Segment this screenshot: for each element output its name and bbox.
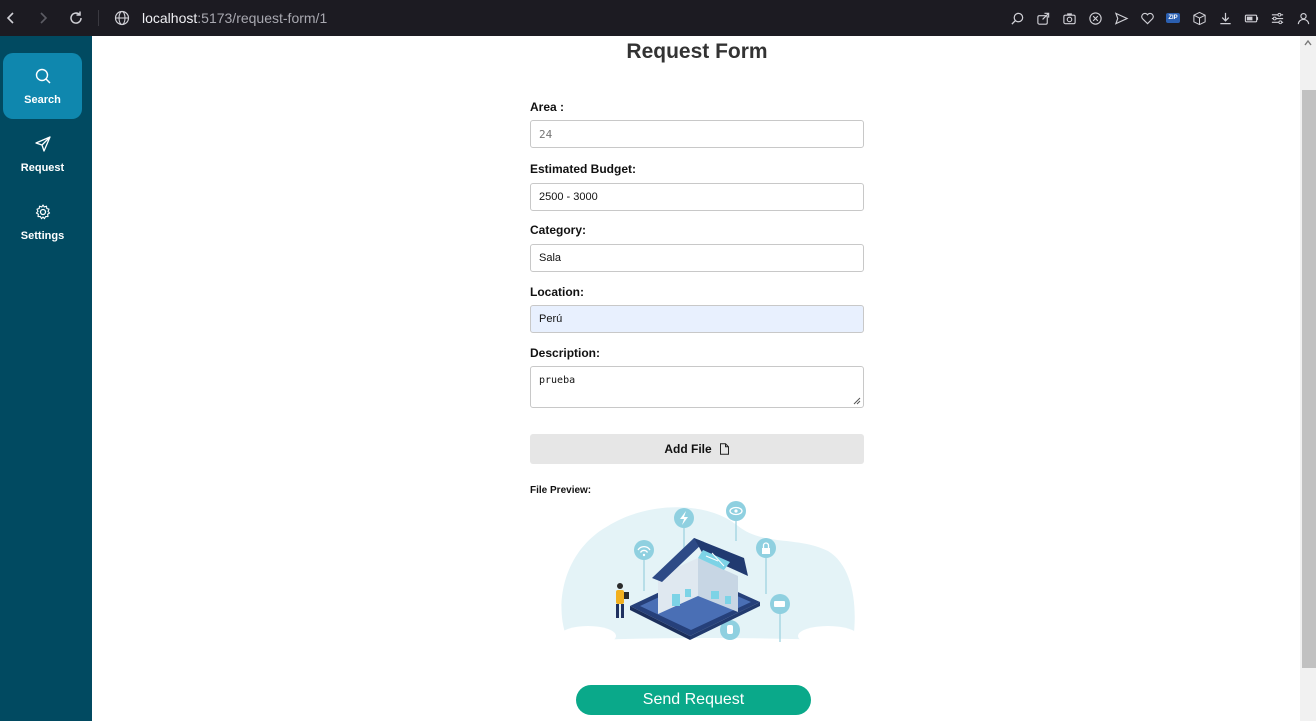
sidebar-item-request[interactable]: Request bbox=[3, 121, 82, 187]
sidebar-item-settings[interactable]: Settings bbox=[3, 189, 82, 255]
back-button[interactable] bbox=[0, 7, 22, 29]
app-sidebar: Search Request Settings bbox=[0, 36, 92, 721]
send-icon bbox=[1114, 11, 1128, 25]
file-icon bbox=[719, 443, 729, 455]
search-icon bbox=[35, 68, 51, 84]
reload-icon bbox=[70, 11, 82, 24]
extensions-button[interactable] bbox=[1186, 0, 1212, 36]
description-textarea[interactable]: prueba bbox=[530, 366, 864, 408]
zoom-search-icon bbox=[1010, 12, 1023, 25]
category-label: Category: bbox=[530, 223, 587, 237]
zip-badge: ZIP bbox=[1166, 13, 1180, 23]
address-bar[interactable]: localhost:5173/request-form/1 bbox=[114, 6, 327, 30]
send-request-button[interactable]: Send Request bbox=[576, 685, 811, 715]
battery-icon bbox=[1244, 14, 1258, 22]
budget-label: Estimated Budget: bbox=[530, 162, 637, 176]
area-label: Area : bbox=[530, 100, 565, 114]
favorites-button[interactable] bbox=[1134, 0, 1160, 36]
sidebar-item-search[interactable]: Search bbox=[3, 53, 82, 119]
resize-grip-icon[interactable] bbox=[853, 397, 861, 405]
scroll-up-arrow-icon[interactable] bbox=[1303, 38, 1313, 48]
forward-button[interactable] bbox=[32, 7, 54, 29]
chevron-right-icon bbox=[40, 12, 48, 24]
heart-icon bbox=[1140, 12, 1154, 24]
area-input[interactable] bbox=[530, 120, 864, 148]
download-icon bbox=[1219, 12, 1231, 24]
file-preview-label: File Preview: bbox=[530, 485, 592, 496]
battery-button[interactable] bbox=[1238, 0, 1264, 36]
adblock-button[interactable] bbox=[1082, 0, 1108, 36]
file-preview-image bbox=[558, 501, 858, 650]
zip-extension-button[interactable]: ZIP bbox=[1160, 0, 1186, 36]
description-text: prueba bbox=[539, 375, 576, 386]
share-icon bbox=[1036, 12, 1049, 25]
user-icon bbox=[1297, 12, 1309, 24]
location-label: Location: bbox=[530, 285, 584, 299]
sliders-icon bbox=[1271, 12, 1283, 24]
add-file-label: Add File bbox=[664, 442, 712, 456]
block-icon bbox=[1088, 11, 1102, 25]
location-input[interactable]: Perú bbox=[530, 305, 864, 333]
sidebar-settings-button[interactable] bbox=[1264, 0, 1290, 36]
snapshot-button[interactable] bbox=[1056, 0, 1082, 36]
toolbar-divider bbox=[98, 10, 99, 26]
sidebar-item-label: Search bbox=[24, 93, 61, 106]
send-icon bbox=[34, 135, 51, 152]
camera-icon bbox=[1062, 12, 1076, 24]
browser-extension-icons: ZIP bbox=[1004, 0, 1316, 36]
description-label: Description: bbox=[530, 346, 601, 360]
chevron-left-icon bbox=[6, 12, 14, 24]
sidebar-item-label: Settings bbox=[20, 229, 65, 242]
category-select[interactable]: Sala bbox=[530, 244, 864, 272]
budget-select[interactable]: 2500 - 3000 bbox=[530, 183, 864, 211]
reload-button[interactable] bbox=[65, 7, 87, 29]
url-text: localhost:5173/request-form/1 bbox=[142, 10, 328, 26]
add-file-button[interactable]: Add File bbox=[530, 434, 864, 464]
lens-button[interactable] bbox=[1004, 0, 1030, 36]
browser-toolbar: localhost:5173/request-form/1 ZIP bbox=[0, 0, 1316, 36]
profile-button[interactable] bbox=[1290, 0, 1316, 36]
gear-icon bbox=[35, 203, 50, 219]
page-title: Request Form bbox=[626, 40, 768, 63]
globe-icon bbox=[114, 10, 130, 26]
downloads-button[interactable] bbox=[1212, 0, 1238, 36]
page-scrollbar-thumb[interactable] bbox=[1302, 90, 1316, 668]
share-button[interactable] bbox=[1030, 0, 1056, 36]
sidebar-item-label: Request bbox=[20, 161, 65, 174]
cube-icon bbox=[1192, 11, 1206, 25]
send-tab-button[interactable] bbox=[1108, 0, 1134, 36]
